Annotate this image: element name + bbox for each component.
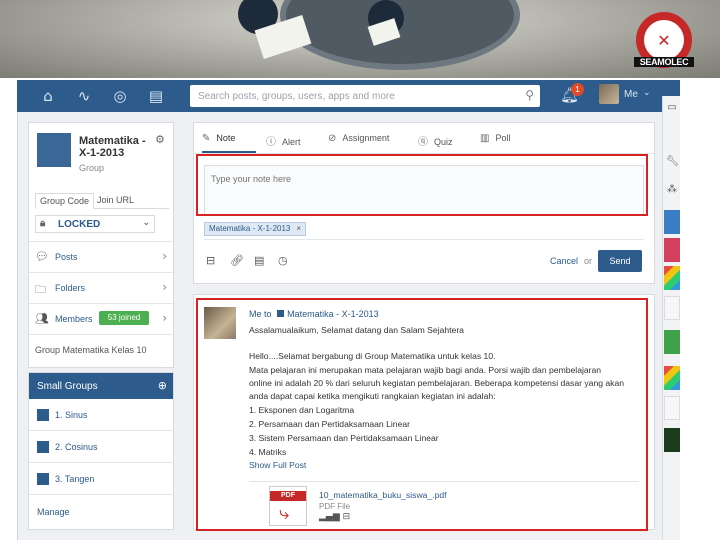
small-groups-title: Small Groups: [37, 381, 98, 392]
compass-icon[interactable]: ◎: [110, 86, 130, 106]
tab-label: Note: [216, 133, 236, 143]
quiz-icon: ⓠ: [418, 137, 428, 148]
small-group-item[interactable]: 3. Tangen: [29, 464, 173, 495]
sidebar-item-label: Folders: [55, 283, 86, 293]
lock-status-select[interactable]: 🔒︎ LOCKED ⌄: [35, 215, 155, 233]
folder-icon: 🗀︎: [35, 283, 46, 296]
recipient-chip[interactable]: Matematika - X-1-2013 ×: [204, 222, 307, 236]
archive-icon[interactable]: ▭: [666, 102, 678, 113]
small-group-label: 2. Cosinus: [55, 442, 98, 452]
app-icon[interactable]: [664, 210, 680, 234]
small-group-item[interactable]: 1. Sinus: [29, 400, 173, 431]
tab-group-code[interactable]: Group Code: [35, 193, 95, 209]
group-thumbnail: [37, 133, 71, 167]
assignment-icon: ⊘: [328, 133, 337, 144]
user-menu-label[interactable]: Me: [624, 89, 638, 100]
lock-status: LOCKED: [58, 219, 101, 230]
tab-alert[interactable]: ⓘ Alert: [266, 123, 301, 153]
members-joined-badge: 53 joined: [99, 311, 149, 325]
chevron-down-icon: ⌄: [142, 218, 150, 228]
tab-label: Quiz: [434, 137, 453, 147]
tab-label: Poll: [495, 133, 511, 143]
members-icon: 👥︎: [35, 312, 49, 325]
highlight-box-post: [196, 298, 648, 531]
cancel-link[interactable]: Cancel: [550, 256, 578, 266]
activity-icon[interactable]: ∿: [74, 86, 94, 106]
group-name[interactable]: Matematika - X-1-2013: [79, 135, 149, 159]
small-group-color: [37, 473, 49, 485]
group-card: Matematika - X-1-2013 Group ⚙ Group Code…: [28, 122, 175, 368]
wrench-icon[interactable]: 🔧︎: [666, 156, 679, 167]
lock-icon: 🔒︎: [40, 218, 46, 229]
header-banner-photo: [0, 0, 720, 78]
home-icon[interactable]: ⌂: [38, 86, 58, 106]
app-icon[interactable]: [664, 428, 680, 452]
gear-icon[interactable]: ⚙: [155, 133, 165, 146]
small-groups-panel: Small Groups ⊕ 1. Sinus 2. Cosinus 3. Ta…: [28, 372, 174, 530]
app-icon[interactable]: [664, 366, 680, 390]
link-icon[interactable]: 🔗︎: [230, 254, 244, 267]
tab-poll[interactable]: ▥ Poll: [480, 123, 510, 153]
group-description: Group Matematika Kelas 10: [35, 345, 147, 355]
tab-quiz[interactable]: ⓠ Quiz: [418, 123, 453, 153]
sidebar-item-label: Members: [55, 314, 93, 324]
chevron-down-icon[interactable]: ⌄: [643, 88, 651, 98]
search-icon[interactable]: ⚲: [525, 88, 534, 102]
book-icon[interactable]: ▤: [146, 86, 166, 106]
recipient-label: Matematika - X-1-2013: [209, 224, 291, 233]
app-icon[interactable]: [664, 396, 680, 420]
group-type: Group: [79, 163, 105, 173]
recipient-divider: [204, 239, 644, 240]
alert-icon: ⓘ: [266, 137, 276, 148]
chevron-right-icon: ›: [162, 280, 167, 294]
add-small-group-icon[interactable]: ⊕: [158, 379, 167, 392]
manage-small-groups-link[interactable]: Manage: [37, 507, 70, 517]
tab-join-url[interactable]: Join URL: [93, 193, 138, 209]
sidebar-item-folders[interactable]: 🗀︎ Folders ›: [29, 272, 175, 302]
small-group-label: 3. Tangen: [55, 474, 95, 484]
apps-grid-icon[interactable]: ⁂: [666, 184, 678, 195]
search-input[interactable]: [190, 85, 510, 107]
small-group-color: [37, 409, 49, 421]
app-icon[interactable]: [664, 330, 680, 354]
sidebar-item-label: Posts: [55, 252, 78, 262]
small-group-label: 1. Sinus: [55, 410, 88, 420]
app-icon[interactable]: [664, 296, 680, 320]
pencil-icon: ✎: [202, 133, 211, 144]
app-icon[interactable]: [664, 238, 680, 262]
group-code-tabs: Group Code Join URL: [35, 193, 169, 209]
remove-recipient-icon[interactable]: ×: [296, 224, 301, 233]
sidebar-item-posts[interactable]: 💬︎ Posts ›: [29, 241, 175, 271]
app-icon[interactable]: [664, 266, 680, 290]
logo-text: SEAMOLEC: [634, 57, 694, 67]
chat-icon: 💬︎: [35, 250, 49, 263]
user-avatar[interactable]: [599, 84, 619, 104]
chevron-right-icon: ›: [162, 311, 167, 325]
small-group-item[interactable]: 2. Cosinus: [29, 432, 173, 463]
small-group-color: [37, 441, 49, 453]
attach-file-icon[interactable]: ⊟: [206, 254, 215, 267]
small-groups-header: Small Groups ⊕: [29, 373, 173, 399]
poll-icon: ▥: [480, 133, 490, 144]
or-text: or: [584, 256, 593, 266]
chevron-right-icon: ›: [162, 249, 167, 263]
tab-label: Alert: [282, 137, 301, 147]
schedule-clock-icon[interactable]: ◷: [278, 254, 288, 267]
send-button[interactable]: Send: [598, 250, 642, 272]
notification-badge: 1: [571, 83, 584, 96]
sidebar-item-members[interactable]: 👥︎ Members 53 joined ›: [29, 303, 175, 333]
highlight-box-note-field: [196, 154, 648, 216]
tab-label: Assignment: [342, 133, 390, 143]
tab-note[interactable]: ✎ Note: [202, 123, 256, 153]
search-box: ⚲: [190, 85, 540, 107]
library-icon[interactable]: ▤: [254, 254, 264, 267]
tab-assignment[interactable]: ⊘ Assignment: [328, 123, 389, 153]
